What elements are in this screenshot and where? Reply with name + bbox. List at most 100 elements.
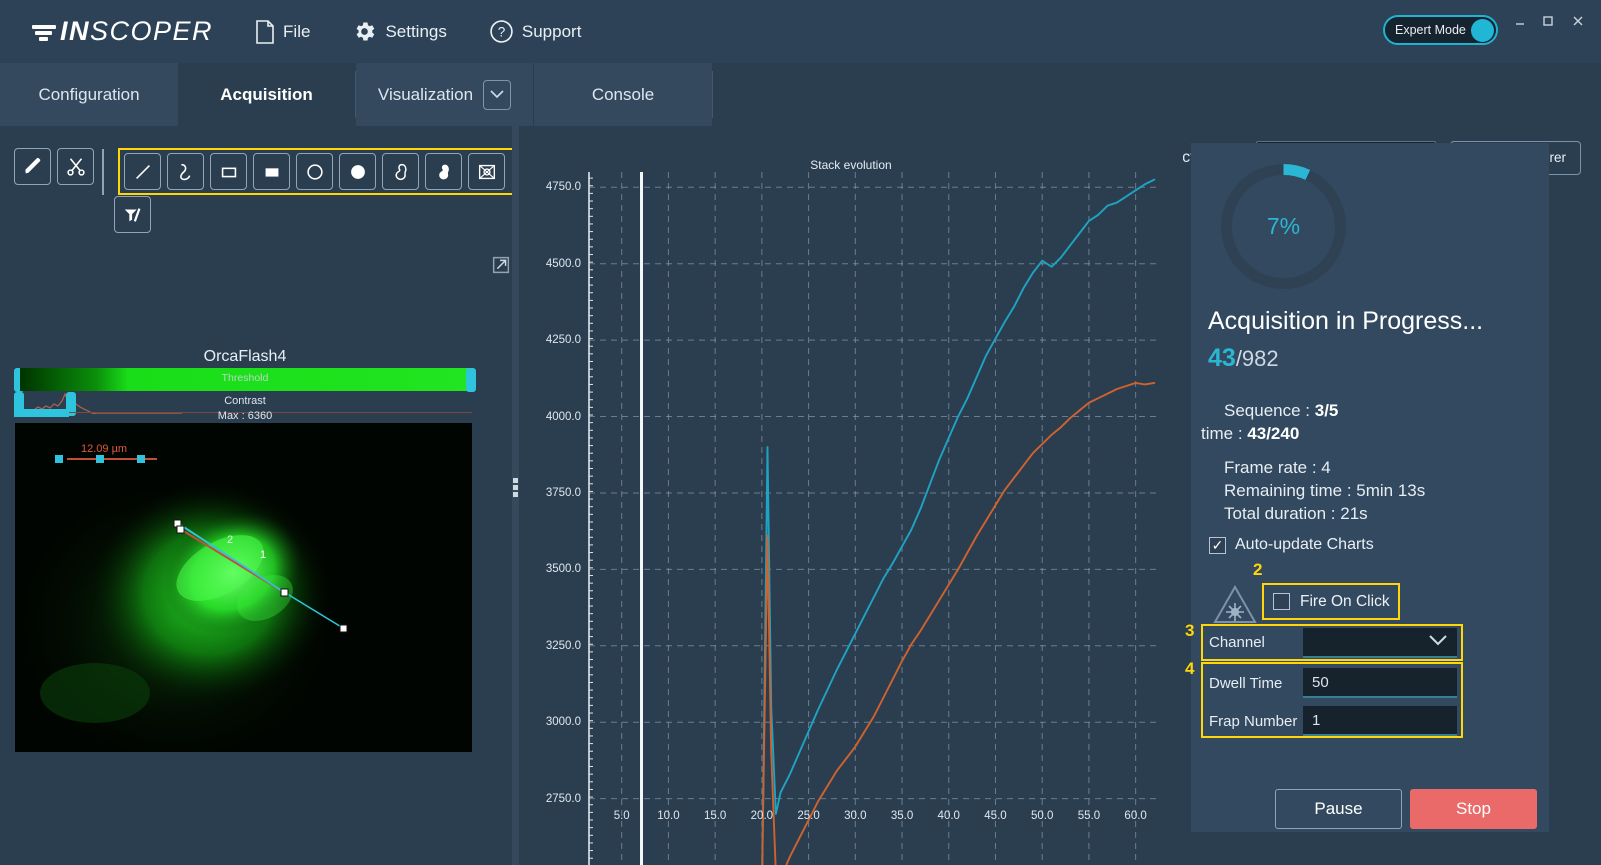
main-tab-bar: Configuration Acquisition Visualization … [0,63,1601,192]
tab-separator [355,71,356,118]
shape-tool-group [118,148,515,195]
frap-number-row: Frap Number 1 [1203,702,1461,740]
max-value-label: Max : 6360 [217,410,273,422]
chart-y-tick: 3000.0 [545,716,581,729]
freeform-filled-icon[interactable] [425,153,462,190]
time-info: time : 43/240 [1201,424,1299,444]
menu-file-label: File [283,21,311,41]
frap-number-label: Frap Number [1209,712,1298,730]
polyline-icon[interactable] [167,153,204,190]
fire-on-click-group: Fire On Click [1262,583,1400,620]
question-circle-icon: ? [489,19,514,44]
frap-number-input[interactable]: 1 [1303,706,1457,736]
line-icon[interactable] [124,153,161,190]
threshold-bar: Threshold [20,368,470,391]
acquisition-count-total: /982 [1235,346,1279,371]
auto-update-charts-checkbox[interactable]: Auto-update Charts [1209,536,1374,554]
checkbox-icon [1209,536,1226,554]
tab-console-label: Console [591,84,655,104]
time-label: time : [1201,424,1248,443]
threshold-slider[interactable]: Threshold [14,368,476,392]
channel-select[interactable] [1303,627,1457,658]
chart-y-tick: 3750.0 [545,486,581,499]
tab-visualization[interactable]: Visualization [356,63,533,126]
circle-filled-icon[interactable] [339,153,376,190]
camera-panel: OrcaFlash4 Threshold Contrast Max : 6360 [0,126,515,865]
toolbar-divider [102,148,104,195]
total-duration-info: Total duration : 21s [1224,504,1368,523]
chart-axes [588,172,593,865]
acquisition-status-text: Acquisition in Progress... [1208,307,1484,335]
tab-visualization-label: Visualization [377,84,474,104]
menu-support-label: Support [521,21,582,41]
acquisition-status-panel: 7% Acquisition in Progress... 43/982 Seq… [1185,143,1549,832]
menu-settings-label: Settings [385,21,447,41]
tab-configuration[interactable]: Configuration [0,63,178,126]
drawing-toolbar [14,148,515,233]
window-close-icon[interactable] [1565,8,1591,34]
chart-y-tick: 4500.0 [545,257,581,270]
dwell-time-label: Dwell Time [1209,674,1283,692]
menu-support[interactable]: ? Support [489,19,582,44]
app-logo: INSCOPER [32,16,213,47]
fire-on-click-checkbox[interactable] [1273,593,1290,610]
logo-mark-icon [32,20,58,44]
channel-label: Channel [1209,634,1265,651]
chart-y-tick: 2750.0 [545,792,581,805]
pause-button[interactable]: Pause [1275,789,1402,829]
channel-group: Channel [1201,624,1463,661]
svg-text:2: 2 [227,534,233,546]
gear-icon [352,19,377,44]
annotation-4: 4 [1185,659,1195,678]
sequence-info: Sequence : 3/5 [1224,401,1338,421]
chart-y-tick: 4250.0 [545,334,581,347]
dwell-time-input[interactable]: 50 [1303,668,1457,698]
stop-button[interactable]: Stop [1410,789,1537,829]
circle-outline-icon[interactable] [296,153,333,190]
frame-rate-info: Frame rate : 4 [1224,458,1331,477]
tab-acquisition[interactable]: Acquisition [179,63,354,126]
scissors-icon[interactable] [57,148,94,185]
freeform-outline-icon[interactable] [382,153,419,190]
fire-on-click-label: Fire On Click [1300,592,1390,610]
menu-settings[interactable]: Settings [352,19,447,44]
window-maximize-icon[interactable] [1535,8,1561,34]
remaining-time-info: Remaining time : 5min 13s [1224,481,1426,500]
annotation-3: 3 [1185,621,1195,640]
threshold-label: Threshold [221,372,269,384]
rectangle-outline-icon[interactable] [210,153,247,190]
frap-parameters-group: Dwell Time 50 Frap Number 1 [1201,662,1463,738]
auto-update-charts-label: Auto-update Charts [1235,536,1374,553]
expert-mode-toggle[interactable]: Expert Mode [1383,15,1498,45]
chart-y-tick: 4750.0 [545,181,581,194]
tab-console[interactable]: Console [534,63,712,126]
contrast-label: Contrast [224,395,266,407]
application-window: INSCOPER File Settings ? Support Expert … [0,0,1601,865]
camera-preview[interactable]: 12.09 µm 2 1 [15,423,472,752]
expert-mode-label: Expert Mode [1395,23,1466,37]
chevron-down-icon[interactable] [483,79,512,110]
chart-panel: Stack evolution 4750.0 4500.0 4250.0 4000.0… [519,126,1183,865]
expand-icon[interactable] [490,254,512,281]
panel-resize-handle[interactable] [513,478,518,500]
chart-y-tick: 4000.0 [545,410,581,423]
dwell-time-row: Dwell Time 50 [1203,664,1461,702]
clear-selection-icon[interactable] [468,153,505,190]
measure-icon[interactable] [114,196,151,233]
top-menu-bar: INSCOPER File Settings ? Support Expert … [0,0,1601,63]
svg-text:?: ? [498,25,506,40]
tab-separator [712,71,713,118]
menu-file[interactable]: File [255,19,311,44]
threshold-max-handle[interactable] [466,368,476,392]
chart-title: Stack evolution [810,158,892,172]
progress-ring: 7% [1218,161,1349,292]
sequence-value: 3/5 [1314,401,1339,420]
svg-text:1: 1 [260,549,266,561]
rectangle-filled-icon[interactable] [253,153,290,190]
progress-percent: 7% [1266,213,1301,239]
acquisition-counter: 43/982 [1208,344,1279,373]
chart-y-tick: 3250.0 [545,639,581,652]
roi-overlay[interactable]: 2 1 [15,423,472,752]
window-minimize-icon[interactable] [1507,8,1533,34]
pencil-icon[interactable] [14,148,51,185]
